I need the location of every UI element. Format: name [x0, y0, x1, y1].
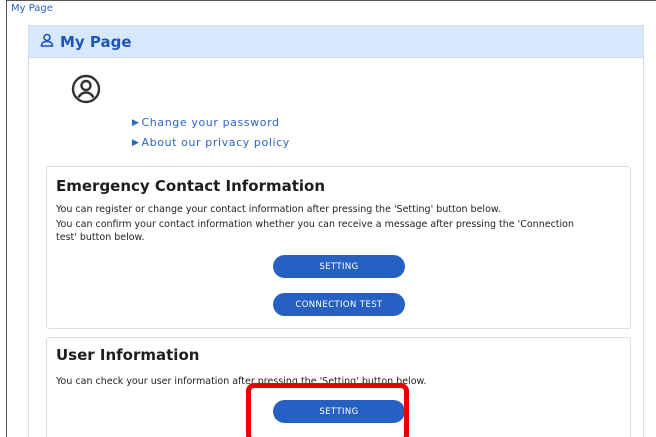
change-password-label: Change your password: [141, 116, 280, 129]
page-frame: My Page My Page ▶ Change your password ▶: [6, 0, 656, 437]
page-title: My Page: [60, 32, 132, 51]
emergency-contact-card: Emergency Contact Information You can re…: [46, 166, 631, 329]
user-information-text: You can check your user information afte…: [56, 376, 427, 387]
triangle-right-icon: ▶: [132, 137, 140, 148]
privacy-policy-link[interactable]: ▶ About our privacy policy: [132, 136, 290, 149]
breadcrumb[interactable]: My Page: [11, 3, 53, 14]
user-icon: [40, 32, 54, 51]
panel-header: My Page: [29, 26, 643, 58]
emergency-contact-text-3: test' button below.: [56, 232, 145, 243]
triangle-right-icon: ▶: [132, 117, 140, 128]
emergency-contact-text-2: You can confirm your contact information…: [56, 219, 574, 230]
change-password-link[interactable]: ▶ Change your password: [132, 116, 280, 129]
emergency-contact-text-1: You can register or change your contact …: [56, 204, 501, 215]
my-page-panel: My Page ▶ Change your password ▶ About o…: [28, 25, 644, 437]
user-information-title: User Information: [56, 346, 200, 364]
emergency-contact-title: Emergency Contact Information: [56, 177, 326, 195]
user-circle-icon: [71, 74, 101, 104]
user-information-card: User Information You can check your user…: [46, 337, 631, 437]
user-setting-button[interactable]: SETTING: [273, 400, 405, 423]
emergency-setting-button[interactable]: SETTING: [273, 255, 405, 278]
privacy-policy-label: About our privacy policy: [141, 136, 290, 149]
connection-test-button[interactable]: CONNECTION TEST: [273, 293, 405, 316]
